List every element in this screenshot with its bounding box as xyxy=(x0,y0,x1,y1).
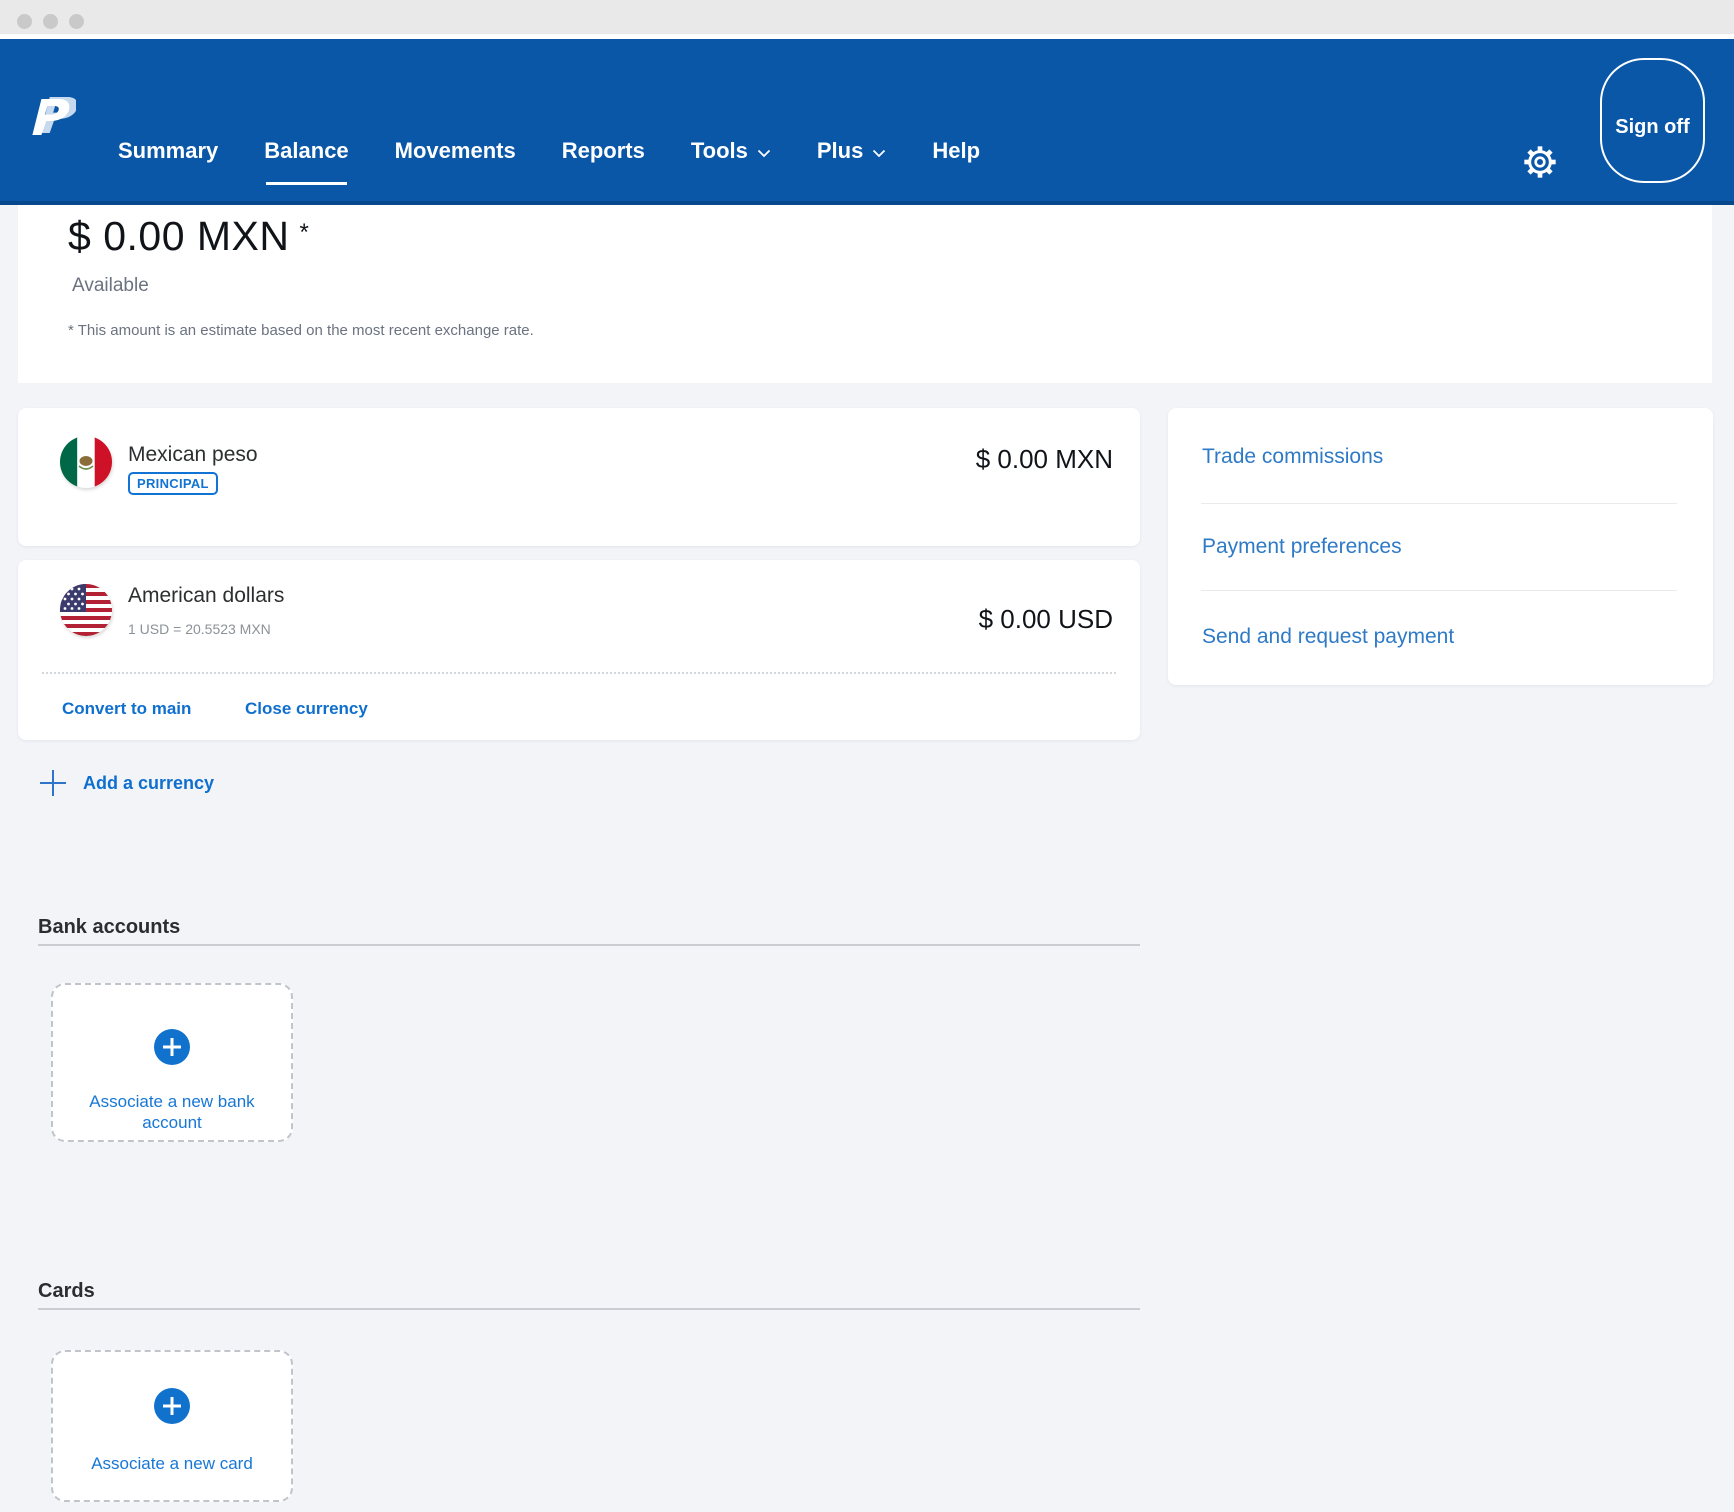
currency-amount: $ 0.00 USD xyxy=(979,604,1113,635)
nav-label: Help xyxy=(932,139,980,163)
section-divider xyxy=(38,1308,1140,1310)
available-label: Available xyxy=(72,275,149,297)
nav-item-reports[interactable]: Reports xyxy=(562,139,645,163)
chevron-down-icon xyxy=(872,139,886,163)
chevron-down-icon xyxy=(757,139,771,163)
paypal-logo-icon[interactable] xyxy=(30,95,76,147)
total-balance-value: $ 0.00 MXN xyxy=(68,213,290,259)
add-card-label: Associate a new card xyxy=(53,1453,291,1474)
page-content: $ 0.00 MXN * Available * This amount is a… xyxy=(0,209,1734,1512)
bank-accounts-heading: Bank accounts xyxy=(38,916,180,939)
currency-row-usd[interactable]: American dollars 1 USD = 20.5523 MXN $ 0… xyxy=(18,560,1140,740)
nav-item-help[interactable]: Help xyxy=(932,139,980,163)
close-currency-link[interactable]: Close currency xyxy=(245,699,368,719)
traffic-light-minimize-button[interactable] xyxy=(43,14,58,29)
nav-label: Tools xyxy=(691,139,748,163)
card-divider xyxy=(42,672,1116,674)
hero-balance-card: $ 0.00 MXN * Available * This amount is a… xyxy=(18,205,1712,383)
traffic-light-maximize-button[interactable] xyxy=(69,14,84,29)
add-card-tile[interactable]: Associate a new card xyxy=(51,1350,293,1502)
exchange-rate-note: * This amount is an estimate based on th… xyxy=(68,322,534,339)
us-flag-icon xyxy=(60,584,112,636)
currency-name: Mexican peso xyxy=(128,443,258,467)
sign-off-button[interactable]: Sign off xyxy=(1600,58,1705,183)
trade-commissions-link[interactable]: Trade commissions xyxy=(1202,411,1679,503)
total-balance: $ 0.00 MXN * xyxy=(68,213,309,260)
quick-link-label: Send and request payment xyxy=(1202,625,1454,649)
currency-name: American dollars xyxy=(128,584,284,608)
cards-heading: Cards xyxy=(38,1280,95,1303)
nav-label: Reports xyxy=(562,139,645,163)
nav-label: Plus xyxy=(817,139,863,163)
exchange-rate: 1 USD = 20.5523 MXN xyxy=(128,621,271,637)
nav-label: Movements xyxy=(395,139,516,163)
add-bank-account-label: Associate a new bank account xyxy=(53,1091,291,1133)
currency-amount: $ 0.00 MXN xyxy=(976,444,1113,475)
plus-icon xyxy=(37,767,69,799)
main-nav: Summary Balance Movements Reports Tools … xyxy=(118,139,980,163)
section-divider xyxy=(38,944,1140,946)
currency-row-mxn[interactable]: Mexican peso PRINCIPAL $ 0.00 MXN xyxy=(18,408,1140,546)
send-request-payment-link[interactable]: Send and request payment xyxy=(1202,591,1679,683)
nav-label: Balance xyxy=(264,139,348,163)
quick-links-card: Trade commissions Payment preferences Se… xyxy=(1168,408,1713,685)
mx-flag-icon xyxy=(60,436,112,488)
add-currency-link[interactable]: Add a currency xyxy=(37,767,214,799)
window-titlebar xyxy=(0,0,1734,34)
add-bank-account-tile[interactable]: Associate a new bank account xyxy=(51,983,293,1142)
nav-label: Summary xyxy=(118,139,218,163)
app-header: Summary Balance Movements Reports Tools … xyxy=(0,39,1734,205)
estimate-asterisk: * xyxy=(300,219,310,246)
quick-link-label: Trade commissions xyxy=(1202,445,1383,469)
quick-link-label: Payment preferences xyxy=(1202,535,1402,559)
nav-item-movements[interactable]: Movements xyxy=(395,139,516,163)
nav-item-tools[interactable]: Tools xyxy=(691,139,771,163)
payment-preferences-link[interactable]: Payment preferences xyxy=(1202,501,1679,593)
plus-circle-icon xyxy=(154,1029,190,1065)
app-window: Summary Balance Movements Reports Tools … xyxy=(0,0,1734,1512)
plus-circle-icon xyxy=(154,1388,190,1424)
nav-item-plus[interactable]: Plus xyxy=(817,139,886,163)
nav-item-summary[interactable]: Summary xyxy=(118,139,218,163)
principal-badge: PRINCIPAL xyxy=(128,472,218,495)
traffic-light-close-button[interactable] xyxy=(17,14,32,29)
convert-to-main-link[interactable]: Convert to main xyxy=(62,699,191,719)
add-currency-label: Add a currency xyxy=(83,773,214,794)
nav-item-balance[interactable]: Balance xyxy=(264,139,348,163)
gear-icon[interactable] xyxy=(1520,142,1560,182)
